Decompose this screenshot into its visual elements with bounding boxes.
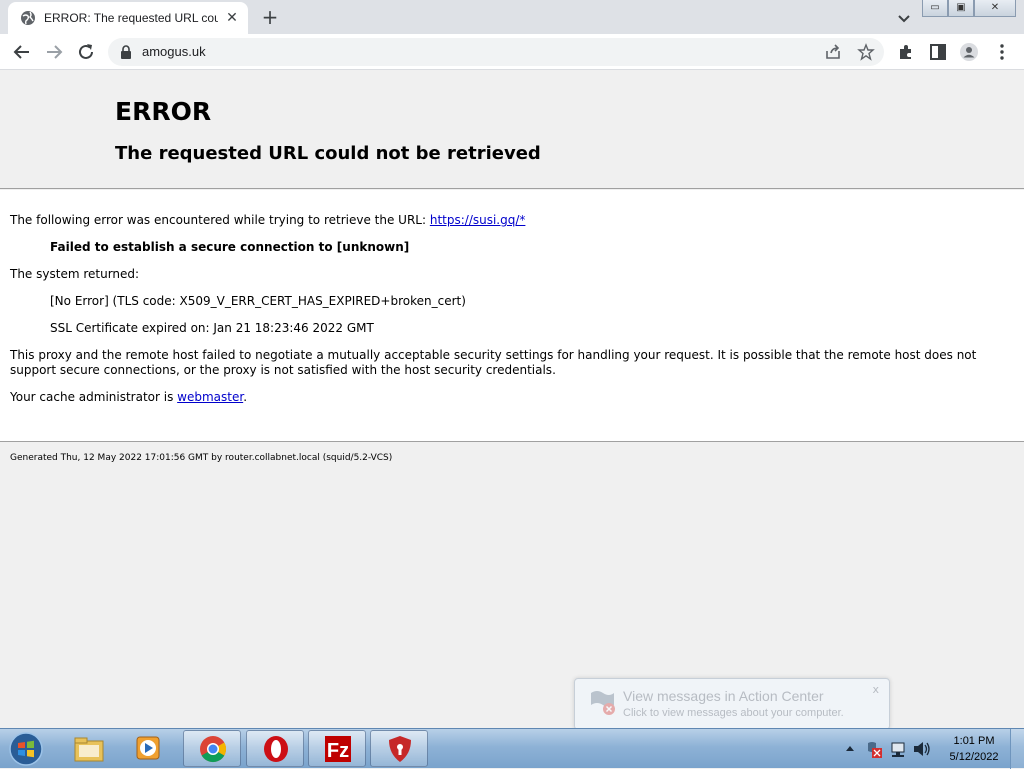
action-center-tray-icon[interactable] bbox=[868, 742, 882, 758]
tab-close-icon[interactable]: ✕ bbox=[224, 10, 240, 26]
tab-strip: ERROR: The requested URL could ✕ + ▭ ▣ ✕ bbox=[0, 0, 1024, 34]
bookmark-star-icon[interactable] bbox=[857, 43, 875, 61]
error-subheading: The requested URL could not be retrieved bbox=[115, 143, 541, 164]
system-tray bbox=[846, 742, 930, 758]
notification-title: View messages in Action Center bbox=[623, 688, 824, 704]
windows-start-icon[interactable] bbox=[6, 731, 46, 767]
proxy-message-line2: support secure connections, or the proxy… bbox=[10, 363, 556, 377]
media-player-icon bbox=[136, 736, 160, 760]
maximize-button[interactable]: ▣ bbox=[948, 0, 974, 17]
notification-close-button[interactable]: x bbox=[872, 683, 879, 696]
error-heading: ERROR bbox=[115, 97, 212, 126]
tab-search-chevron-icon[interactable] bbox=[894, 8, 914, 28]
new-tab-button[interactable]: + bbox=[258, 6, 282, 30]
extensions-puzzle-icon[interactable] bbox=[896, 42, 916, 62]
menu-kebab-icon[interactable] bbox=[992, 42, 1012, 62]
address-bar[interactable]: amogus.uk bbox=[108, 38, 884, 66]
side-panel-icon[interactable] bbox=[928, 42, 948, 62]
tab-title: ERROR: The requested URL could bbox=[44, 11, 218, 25]
taskbar-chrome[interactable] bbox=[183, 730, 241, 767]
taskbar-opera[interactable] bbox=[246, 730, 304, 767]
cache-admin-end: . bbox=[243, 390, 248, 404]
chrome-icon bbox=[200, 736, 227, 763]
taskbar-file-explorer[interactable] bbox=[60, 730, 118, 767]
browser-toolbar: amogus.uk bbox=[0, 34, 1024, 70]
svg-text:Fz: Fz bbox=[327, 740, 349, 762]
reload-icon[interactable] bbox=[74, 40, 98, 64]
url-text[interactable]: amogus.uk bbox=[142, 44, 206, 59]
intro-text: The following error was encountered whil… bbox=[10, 213, 430, 227]
error-code: [No Error] (TLS code: X509_V_ERR_CERT_HA… bbox=[50, 294, 466, 308]
webmaster-link[interactable]: webmaster bbox=[177, 390, 243, 404]
page-content: ERROR The requested URL could not be ret… bbox=[0, 71, 1024, 727]
volume-icon[interactable] bbox=[914, 742, 930, 756]
error-details: The following error was encountered whil… bbox=[0, 190, 1024, 442]
window-controls: ▭ ▣ ✕ bbox=[922, 0, 1016, 17]
minimize-button[interactable]: ▭ bbox=[922, 0, 948, 17]
system-returned-label: The system returned: bbox=[10, 267, 140, 281]
shield-icon bbox=[389, 736, 411, 762]
share-icon[interactable] bbox=[824, 43, 842, 61]
lock-icon[interactable] bbox=[120, 45, 132, 59]
filezilla-icon: Fz bbox=[325, 736, 351, 762]
folder-icon bbox=[74, 737, 104, 762]
notification-subtitle: Click to view messages about your comput… bbox=[623, 707, 844, 719]
profile-avatar-icon[interactable] bbox=[959, 42, 979, 62]
error-title-box: ERROR The requested URL could not be ret… bbox=[0, 71, 1024, 189]
action-center-flag-icon bbox=[591, 691, 615, 715]
cert-expired: SSL Certificate expired on: Jan 21 18:23… bbox=[50, 321, 374, 335]
cache-admin-line: Your cache administrator is webmaster. bbox=[10, 390, 247, 404]
taskbar-clock[interactable]: 1:01 PM 5/12/2022 bbox=[944, 733, 1004, 765]
clock-time: 1:01 PM bbox=[953, 735, 995, 747]
forward-arrow-icon[interactable] bbox=[42, 40, 66, 64]
globe-icon bbox=[21, 11, 35, 25]
show-hidden-icons-icon[interactable] bbox=[846, 746, 854, 751]
tab-active[interactable]: ERROR: The requested URL could ✕ bbox=[8, 2, 248, 34]
taskbar-filezilla[interactable]: Fz bbox=[308, 730, 366, 767]
requested-url-link[interactable]: https://susi.gq/* bbox=[430, 213, 526, 227]
proxy-message-line1: This proxy and the remote host failed to… bbox=[10, 348, 977, 362]
action-center-notification[interactable]: View messages in Action Center Click to … bbox=[574, 678, 890, 730]
generated-footer: Generated Thu, 12 May 2022 17:01:56 GMT … bbox=[10, 453, 393, 463]
network-icon[interactable] bbox=[891, 742, 905, 757]
opera-icon bbox=[264, 736, 288, 762]
failure-message: Failed to establish a secure connection … bbox=[50, 240, 410, 254]
clock-date: 5/12/2022 bbox=[949, 751, 999, 763]
back-arrow-icon[interactable] bbox=[10, 40, 34, 64]
close-window-button[interactable]: ✕ bbox=[974, 0, 1016, 17]
taskbar: Fz 1:01 PM 5/12/2022 bbox=[0, 728, 1024, 769]
show-desktop-button[interactable] bbox=[1010, 729, 1024, 769]
intro-line: The following error was encountered whil… bbox=[10, 213, 525, 227]
cache-admin-text: Your cache administrator is bbox=[10, 390, 178, 404]
taskbar-shield-app[interactable] bbox=[370, 730, 428, 767]
taskbar-media-player[interactable] bbox=[120, 730, 178, 767]
